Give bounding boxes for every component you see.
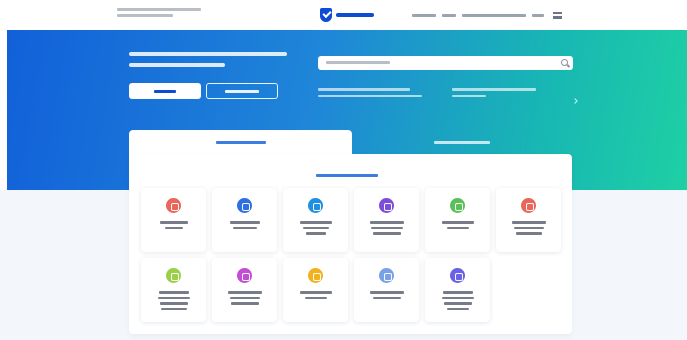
search-icon[interactable] <box>561 59 568 66</box>
service-card-label <box>299 221 332 238</box>
search-hint-link[interactable] <box>452 88 536 101</box>
service-card[interactable] <box>212 258 277 322</box>
site-tagline <box>117 8 237 24</box>
service-card-label <box>441 221 474 232</box>
car-icon <box>379 268 394 283</box>
hero-secondary-button[interactable] <box>206 83 278 99</box>
service-card[interactable] <box>354 258 419 322</box>
search-input[interactable] <box>318 56 573 70</box>
document-icon <box>166 198 181 213</box>
hero-primary-button[interactable] <box>129 83 201 99</box>
service-card[interactable] <box>496 188 561 252</box>
search-placeholder <box>326 61 390 64</box>
service-card-label <box>227 291 262 308</box>
wallet-icon <box>308 268 323 283</box>
logo-wordmark <box>336 13 374 17</box>
service-card[interactable] <box>141 258 206 322</box>
nav-item-help[interactable] <box>442 14 456 17</box>
family-icon <box>166 268 181 283</box>
nav-item-location[interactable] <box>412 14 436 17</box>
court-icon <box>237 268 252 283</box>
logo-emblem-icon <box>320 8 332 22</box>
service-card-label <box>157 291 190 313</box>
tab-businesses[interactable] <box>352 130 572 154</box>
service-card-label <box>511 221 546 238</box>
shield-icon <box>379 198 394 213</box>
service-card[interactable] <box>212 188 277 252</box>
service-card[interactable] <box>354 188 419 252</box>
services-grid <box>141 188 561 322</box>
certificate-icon <box>521 198 536 213</box>
service-card-label <box>159 221 188 232</box>
service-card[interactable] <box>425 258 490 322</box>
tab-individuals[interactable] <box>129 130 352 154</box>
car-icon <box>308 198 323 213</box>
service-card-label <box>299 291 332 302</box>
panel-title <box>316 174 378 177</box>
header-nav <box>412 12 562 19</box>
nav-item-accessibility[interactable] <box>462 14 526 17</box>
service-card[interactable] <box>283 258 348 322</box>
service-card[interactable] <box>141 188 206 252</box>
hamburger-icon[interactable] <box>553 12 562 19</box>
site-header <box>0 0 687 30</box>
hero-title <box>129 52 299 74</box>
house-icon <box>450 198 465 213</box>
person-icon <box>237 198 252 213</box>
chevron-right-icon[interactable] <box>572 98 578 104</box>
services-panel <box>129 154 572 334</box>
site-logo[interactable] <box>320 8 374 22</box>
service-card-label <box>441 291 474 313</box>
service-card[interactable] <box>283 188 348 252</box>
search-hint-link[interactable] <box>318 88 422 101</box>
service-card-label <box>369 221 404 238</box>
service-card-label <box>369 291 404 302</box>
service-card-label <box>229 221 260 232</box>
nav-item-login[interactable] <box>532 14 544 17</box>
child-icon <box>450 268 465 283</box>
service-card[interactable] <box>425 188 490 252</box>
